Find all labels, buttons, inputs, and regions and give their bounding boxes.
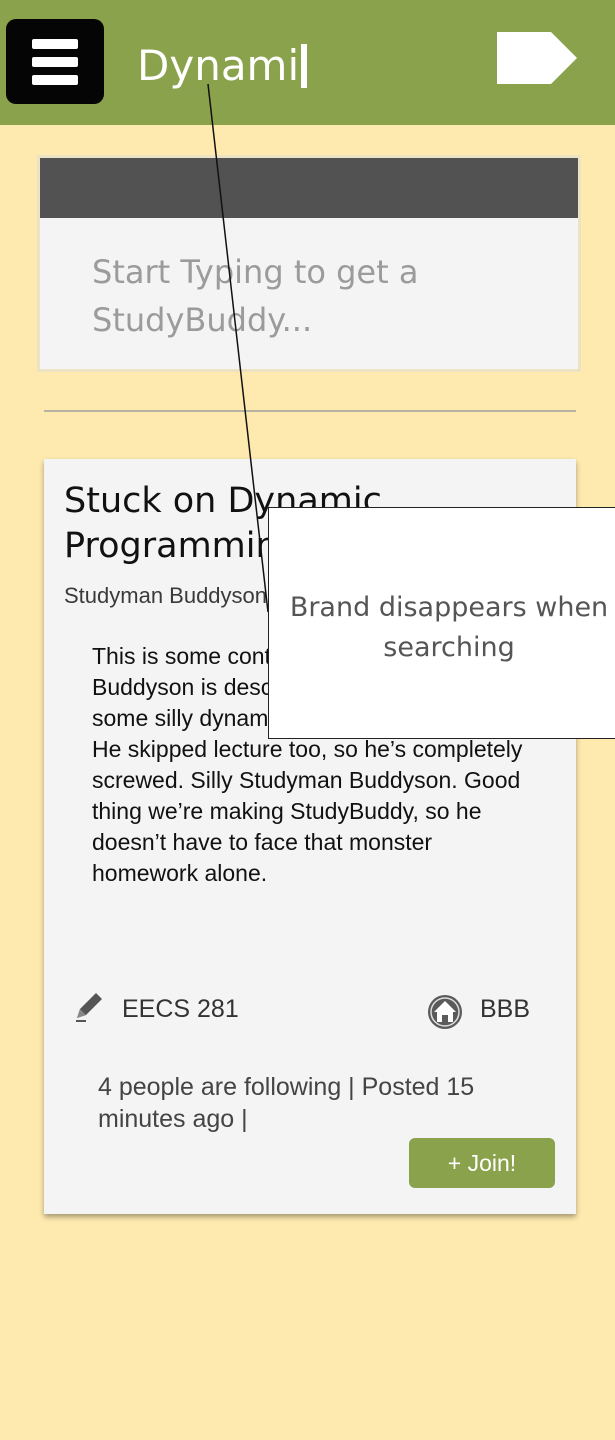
post-author[interactable]: Studyman Buddyson bbox=[64, 583, 267, 609]
search-input-value: Dynami bbox=[137, 41, 300, 90]
home-icon bbox=[428, 995, 462, 1029]
annotation-callout: Brand disappears when searching bbox=[268, 507, 615, 739]
top-bar: Dynami bbox=[0, 0, 615, 125]
search-input[interactable]: Dynami bbox=[137, 36, 308, 96]
menu-button[interactable] bbox=[6, 19, 104, 104]
search-results-panel: Start Typing to get a StudyBuddy... bbox=[40, 158, 578, 369]
join-button[interactable]: + Join! bbox=[409, 1138, 555, 1188]
pencil-icon bbox=[76, 993, 102, 1022]
divider bbox=[44, 410, 576, 412]
annotation-text: Brand disappears when searching bbox=[289, 592, 609, 663]
course-label: EECS 281 bbox=[122, 995, 239, 1023]
search-results-header bbox=[40, 158, 578, 218]
search-results-placeholder: Start Typing to get a StudyBuddy... bbox=[92, 253, 419, 339]
arrow-tag-icon[interactable] bbox=[497, 32, 577, 84]
location-label: BBB bbox=[480, 995, 531, 1023]
text-cursor bbox=[301, 43, 308, 88]
post-meta: 4 people are following | Posted 15 minut… bbox=[98, 1073, 475, 1133]
